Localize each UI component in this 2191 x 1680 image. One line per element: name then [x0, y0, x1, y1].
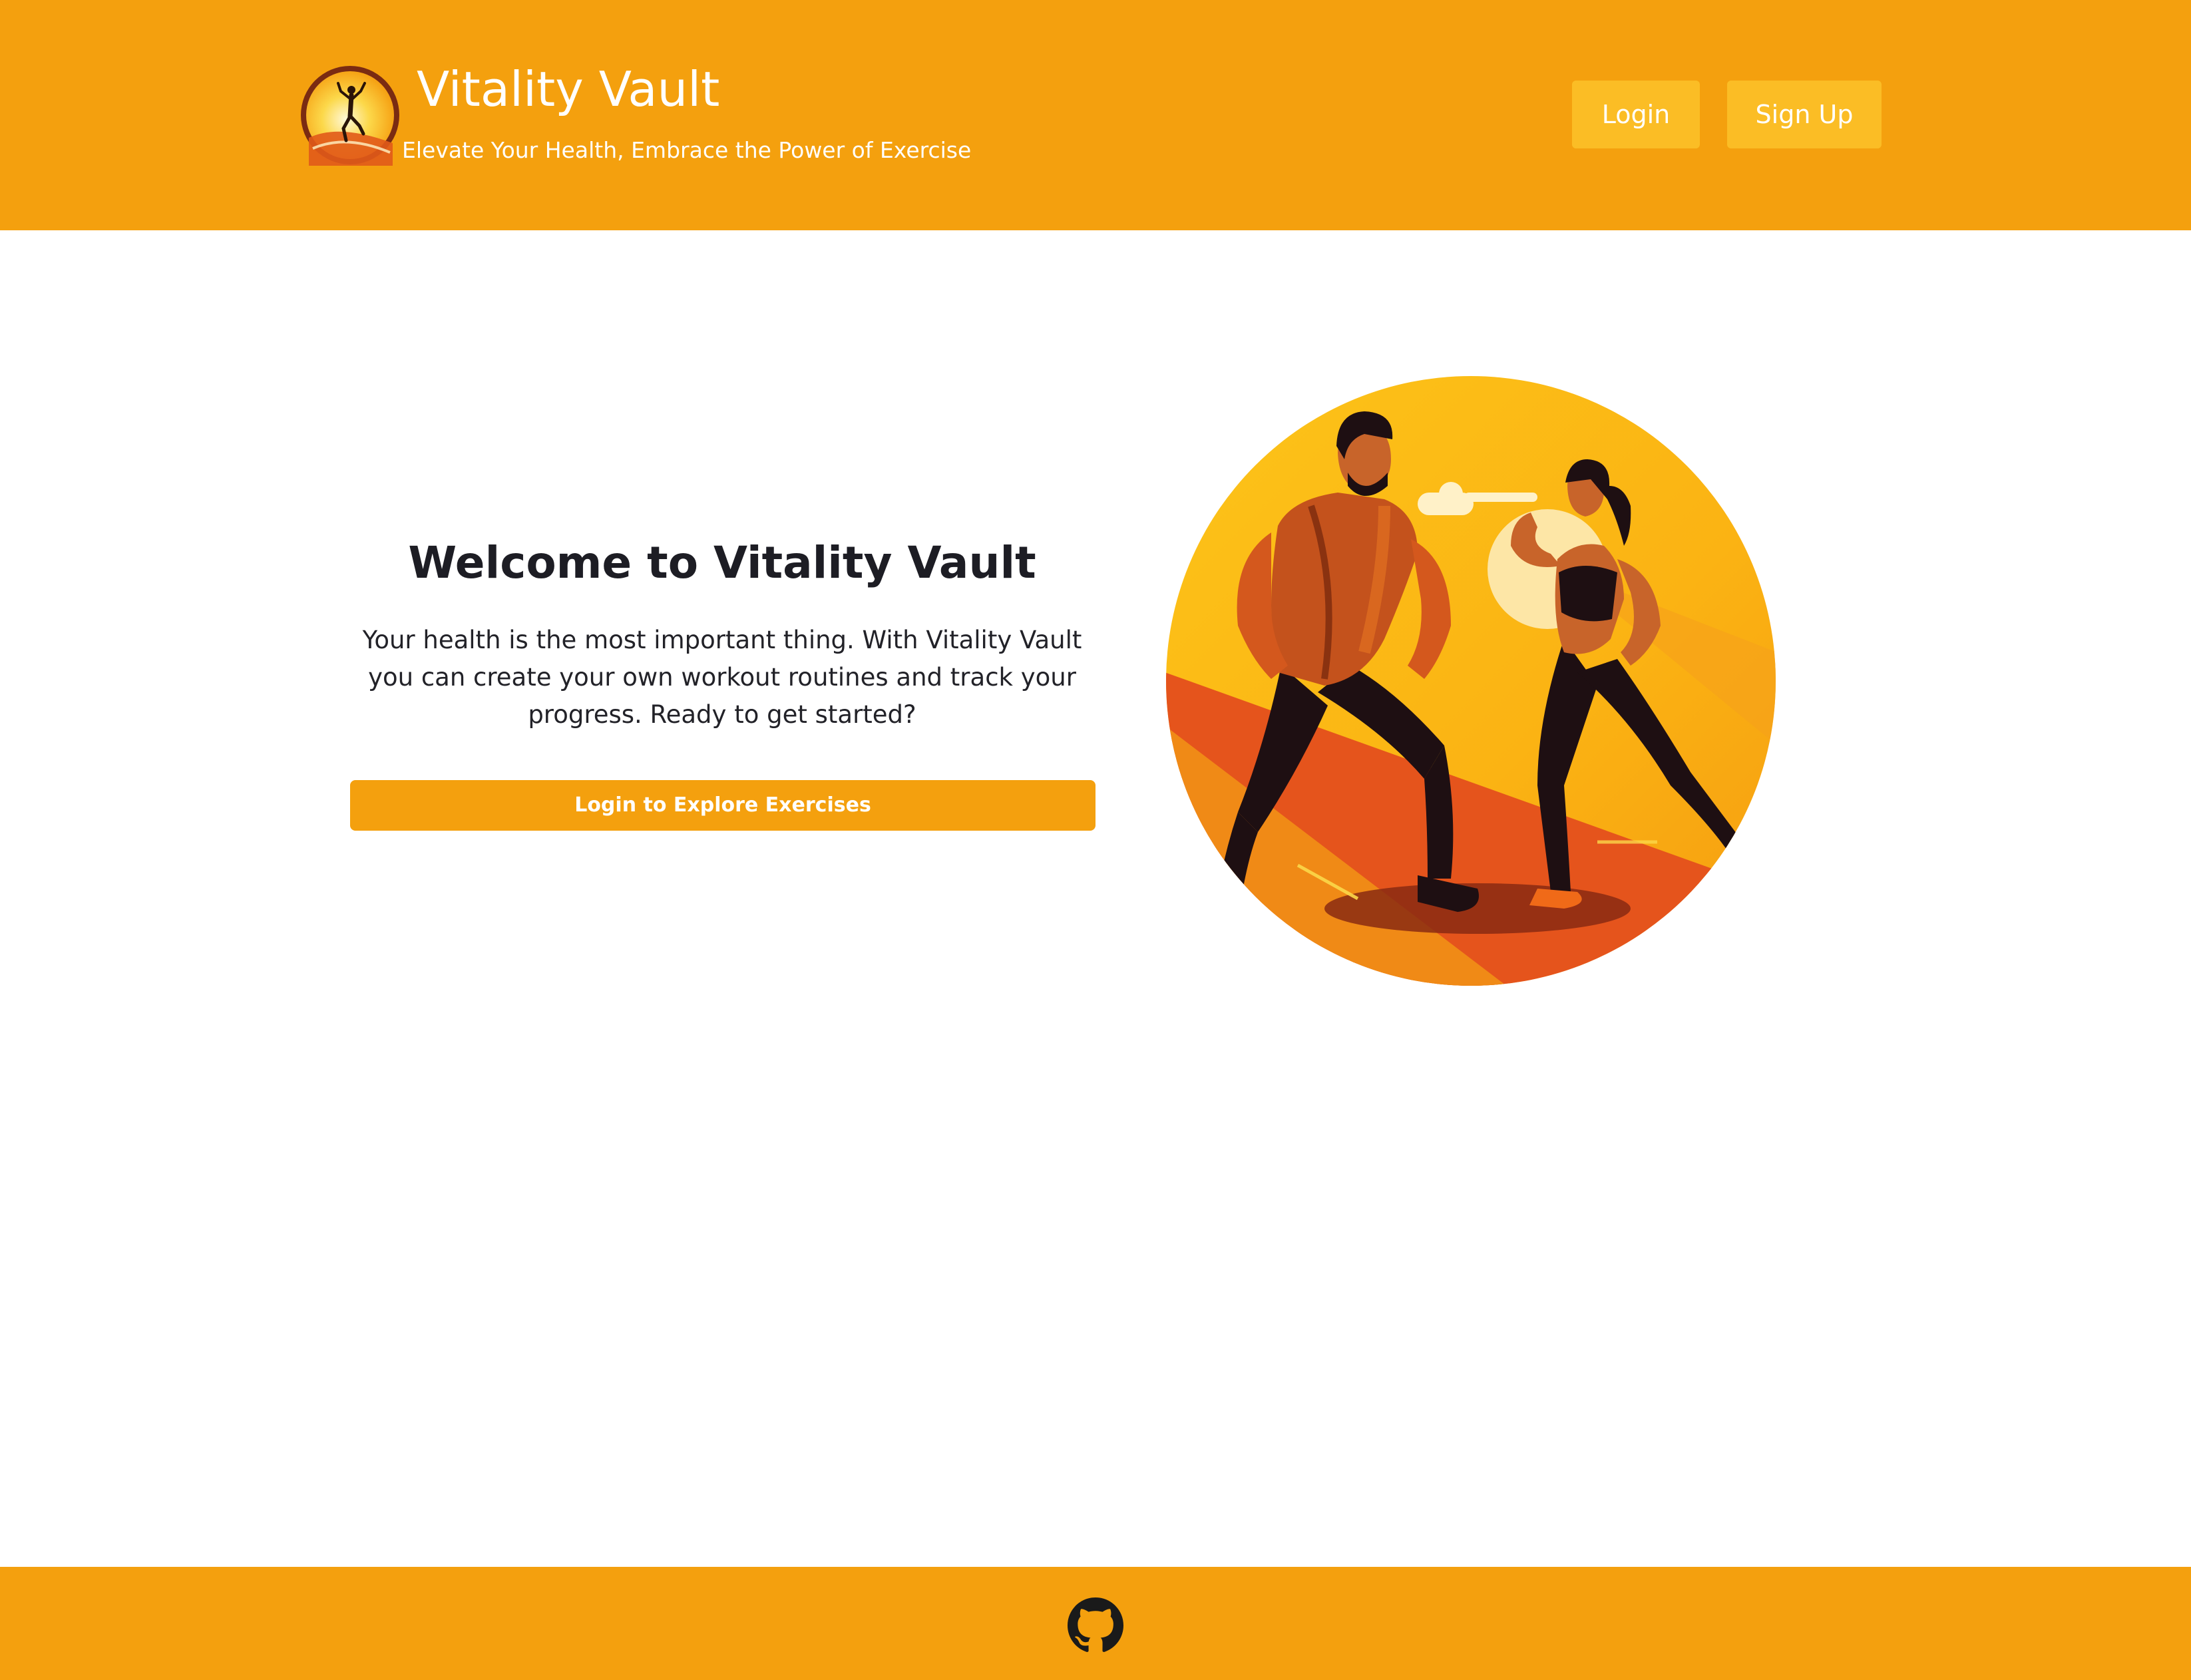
brand-tagline: Elevate Your Health, Embrace the Power o…	[402, 137, 972, 163]
github-icon[interactable]	[1068, 1597, 1123, 1653]
brand-title[interactable]: Vitality Vault	[417, 57, 719, 121]
runner-logo-icon[interactable]	[299, 65, 401, 166]
page: Vitality Vault Elevate Your Health, Embr…	[0, 0, 2191, 1680]
hero-description: Your health is the most important thing.…	[362, 626, 1082, 729]
hero-title: Welcome to Vitality Vault	[408, 537, 1036, 588]
login-button[interactable]: Login	[1572, 81, 1700, 148]
signup-button[interactable]: Sign Up	[1727, 81, 1882, 148]
fitness-couple-illustration	[1166, 376, 1776, 986]
site-header: Vitality Vault Elevate Your Health, Embr…	[0, 0, 2191, 230]
explore-exercises-button[interactable]: Login to Explore Exercises	[350, 780, 1096, 831]
